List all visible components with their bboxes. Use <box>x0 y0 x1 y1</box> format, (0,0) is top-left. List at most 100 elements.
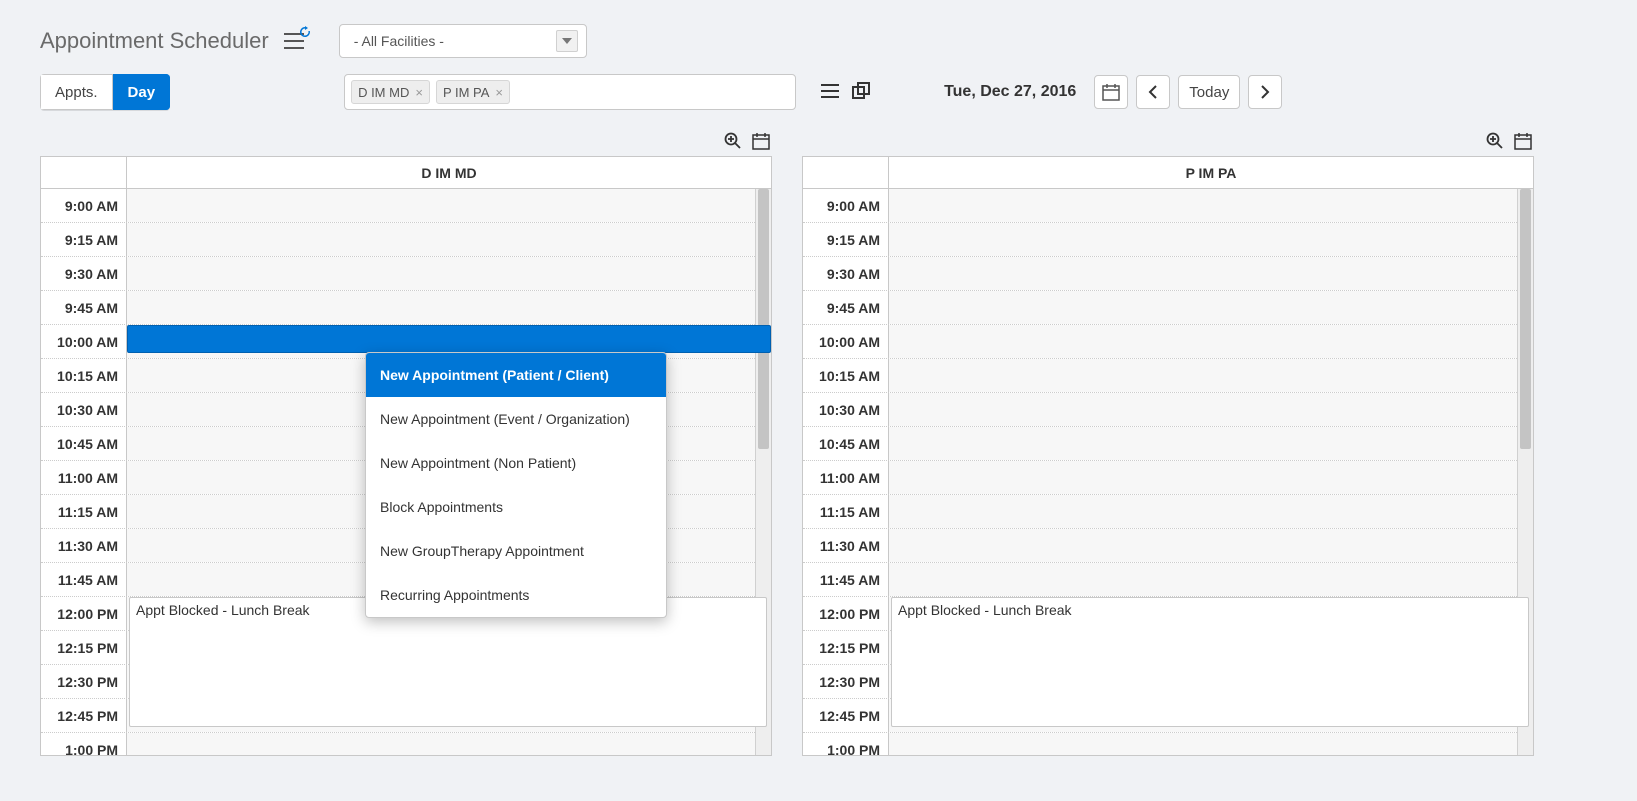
selected-new-slot[interactable] <box>127 325 771 353</box>
scrollbar-thumb[interactable] <box>758 189 769 449</box>
time-label: 10:00 AM <box>803 325 889 358</box>
time-label: 12:00 PM <box>41 597 127 630</box>
clone-window-icon[interactable] <box>852 82 870 103</box>
time-slot-cell[interactable] <box>889 461 1517 494</box>
blocked-appointment[interactable]: Appt Blocked - Lunch Break <box>891 597 1529 727</box>
calendar-picker-button[interactable] <box>1094 75 1128 109</box>
context-menu-item[interactable]: New GroupTherapy Appointment <box>366 529 666 573</box>
time-slot-cell[interactable] <box>889 733 1517 755</box>
time-label: 11:30 AM <box>803 529 889 562</box>
time-slot-row[interactable]: 9:45 AM <box>41 291 755 325</box>
time-slot-cell[interactable] <box>889 563 1517 596</box>
time-label: 12:45 PM <box>803 699 889 732</box>
today-button[interactable]: Today <box>1178 75 1240 109</box>
time-slot-cell[interactable] <box>889 291 1517 324</box>
time-label: 10:00 AM <box>41 325 127 358</box>
time-label: 12:00 PM <box>803 597 889 630</box>
list-view-icon[interactable] <box>820 83 840 102</box>
context-menu-item[interactable]: New Appointment (Event / Organization) <box>366 397 666 441</box>
time-slot-cell[interactable] <box>127 189 755 222</box>
provider-token-input[interactable]: D IM MD × P IM PA × <box>344 74 796 110</box>
facility-select-label: - All Facilities - <box>354 33 444 49</box>
time-slot-row[interactable]: 9:30 AM <box>803 257 1517 291</box>
blocked-appointment-label: Appt Blocked - Lunch Break <box>898 602 1072 618</box>
remove-chip-icon[interactable]: × <box>415 85 423 100</box>
time-label: 9:15 AM <box>41 223 127 256</box>
context-menu-item[interactable]: Recurring Appointments <box>366 573 666 617</box>
time-slot-cell[interactable] <box>889 427 1517 460</box>
time-label: 9:30 AM <box>803 257 889 290</box>
time-slot-row[interactable]: 9:15 AM <box>803 223 1517 257</box>
time-slot-row[interactable]: 1:00 PM <box>803 733 1517 755</box>
time-label: 12:30 PM <box>803 665 889 698</box>
time-slot-row[interactable]: 1:00 PM <box>41 733 755 755</box>
time-slot-row[interactable]: 9:00 AM <box>803 189 1517 223</box>
calendar-left: D IM MD 9:00 AM9:15 AM9:30 AM9:45 AM10:0… <box>40 156 772 756</box>
time-slot-cell[interactable] <box>127 733 755 755</box>
zoom-in-icon[interactable] <box>1486 132 1504 150</box>
time-label: 10:30 AM <box>803 393 889 426</box>
context-menu-item[interactable]: Block Appointments <box>366 485 666 529</box>
time-slot-row[interactable]: 10:45 AM <box>803 427 1517 461</box>
time-label: 9:30 AM <box>41 257 127 290</box>
facility-select[interactable]: - All Facilities - <box>339 24 587 58</box>
time-slot-cell[interactable] <box>127 291 755 324</box>
time-label: 11:30 AM <box>41 529 127 562</box>
time-label: 9:45 AM <box>803 291 889 324</box>
chevron-right-icon <box>1260 85 1270 99</box>
zoom-in-icon[interactable] <box>724 132 742 150</box>
time-label: 12:45 PM <box>41 699 127 732</box>
provider-chip[interactable]: P IM PA × <box>436 80 510 104</box>
provider-column-header: P IM PA <box>889 157 1533 188</box>
time-slot-cell[interactable] <box>127 257 755 290</box>
context-menu-item[interactable]: New Appointment (Patient / Client) <box>366 353 666 397</box>
time-label: 10:30 AM <box>41 393 127 426</box>
time-slot-row[interactable]: 11:15 AM <box>803 495 1517 529</box>
hamburger-refresh-button[interactable] <box>283 32 305 50</box>
time-label: 9:45 AM <box>41 291 127 324</box>
time-slot-cell[interactable] <box>889 495 1517 528</box>
chevron-left-icon <box>1148 85 1158 99</box>
time-slot-row[interactable]: 9:30 AM <box>41 257 755 291</box>
next-day-button[interactable] <box>1248 75 1282 109</box>
view-toggle-day[interactable]: Day <box>113 74 171 110</box>
prev-day-button[interactable] <box>1136 75 1170 109</box>
time-label: 10:15 AM <box>41 359 127 392</box>
context-menu-item[interactable]: New Appointment (Non Patient) <box>366 441 666 485</box>
time-slot-row[interactable]: 10:30 AM <box>803 393 1517 427</box>
time-slot-row[interactable]: 9:15 AM <box>41 223 755 257</box>
time-label: 12:15 PM <box>41 631 127 664</box>
time-label: 11:45 AM <box>803 563 889 596</box>
time-label: 1:00 PM <box>41 733 127 755</box>
time-slot-cell[interactable] <box>889 189 1517 222</box>
provider-column-header: D IM MD <box>127 157 771 188</box>
time-slot-cell[interactable] <box>889 359 1517 392</box>
time-slot-row[interactable]: 9:45 AM <box>803 291 1517 325</box>
day-settings-icon[interactable] <box>1514 132 1532 150</box>
remove-chip-icon[interactable]: × <box>495 85 503 100</box>
refresh-icon <box>299 26 311 38</box>
time-label: 11:00 AM <box>803 461 889 494</box>
provider-chip[interactable]: D IM MD × <box>351 80 430 104</box>
view-toggle: Appts. Day <box>40 74 170 110</box>
time-slot-row[interactable]: 9:00 AM <box>41 189 755 223</box>
time-slot-cell[interactable] <box>889 223 1517 256</box>
time-label: 1:00 PM <box>803 733 889 755</box>
day-settings-icon[interactable] <box>752 132 770 150</box>
time-slot-row[interactable]: 10:00 AM <box>803 325 1517 359</box>
time-slot-cell[interactable] <box>889 529 1517 562</box>
view-toggle-appts[interactable]: Appts. <box>40 74 113 110</box>
time-slot-row[interactable]: 11:45 AM <box>803 563 1517 597</box>
calendar-right: P IM PA 9:00 AM9:15 AM9:30 AM9:45 AM10:0… <box>802 156 1534 756</box>
time-slot-cell[interactable] <box>889 393 1517 426</box>
provider-chip-label: D IM MD <box>358 85 409 100</box>
time-slot-row[interactable]: 11:00 AM <box>803 461 1517 495</box>
scrollbar-thumb[interactable] <box>1520 189 1531 449</box>
time-slot-cell[interactable] <box>889 257 1517 290</box>
time-slot-row[interactable]: 11:30 AM <box>803 529 1517 563</box>
time-slot-cell[interactable] <box>127 223 755 256</box>
time-label: 9:00 AM <box>803 189 889 222</box>
time-slot-row[interactable]: 10:15 AM <box>803 359 1517 393</box>
time-label: 9:00 AM <box>41 189 127 222</box>
time-slot-cell[interactable] <box>889 325 1517 358</box>
